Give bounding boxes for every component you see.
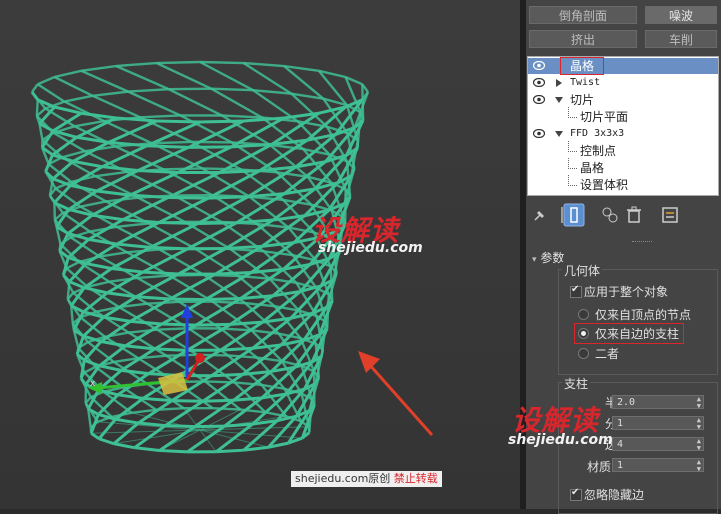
credit-site: shejiedu.com xyxy=(295,472,368,485)
stack-subitem-lattice[interactable]: 晶格 xyxy=(528,160,718,176)
credit-warning: 禁止转载 xyxy=(394,472,438,485)
extrude-button[interactable]: 挤出 xyxy=(529,30,637,48)
pin-stack-icon[interactable] xyxy=(530,205,550,225)
noise-button[interactable]: 噪波 xyxy=(645,6,717,24)
transform-gizmo[interactable]: x xyxy=(80,300,220,410)
apply-entire-checkbox[interactable] xyxy=(570,286,582,298)
stack-item-label: 控制点 xyxy=(580,143,616,159)
expand-right-icon[interactable] xyxy=(555,79,563,87)
highlight-box xyxy=(560,57,604,75)
trash-icon[interactable] xyxy=(624,205,644,225)
stack-item-label: 设置体积 xyxy=(580,177,628,193)
spinner-arrows-icon[interactable]: ▲▼ xyxy=(697,438,701,452)
make-unique-icon[interactable] xyxy=(600,205,620,225)
configure-sets-icon[interactable] xyxy=(660,205,680,225)
eye-icon[interactable] xyxy=(533,61,545,70)
tree-line xyxy=(568,158,577,169)
stack-item-label: Twist xyxy=(570,75,600,91)
annotation-arrow-icon xyxy=(350,345,450,445)
params-title: 参数 xyxy=(540,251,564,265)
stack-item-lattice[interactable]: 晶格 xyxy=(528,58,718,74)
credit-orig: 原创 xyxy=(368,472,390,485)
tree-line xyxy=(568,141,577,152)
geometry-title: 几何体 xyxy=(562,262,602,279)
segments-spinner[interactable]: 1 ▲▼ xyxy=(612,416,704,430)
from-vertices-radio[interactable] xyxy=(578,309,589,320)
rollout-grip[interactable] xyxy=(632,241,652,242)
params-rollout-header[interactable]: ▾ 参数 xyxy=(532,249,564,266)
tree-line xyxy=(568,175,577,186)
spinner-arrows-icon[interactable]: ▲▼ xyxy=(697,396,701,410)
credit-banner: shejiedu.com原创 禁止转载 xyxy=(291,471,442,487)
apply-entire-label: 应用于整个对象 xyxy=(584,283,668,300)
watermark-url-2: shejiedu.com xyxy=(508,432,613,448)
material-id-value: 1 xyxy=(617,460,623,471)
stack-item-ffd[interactable]: FFD 3x3x3 xyxy=(528,126,718,142)
stack-subitem-control-points[interactable]: 控制点 xyxy=(528,143,718,159)
struts-title: 支柱 xyxy=(562,375,590,392)
sides-value: 4 xyxy=(617,439,623,450)
stack-item-label: 晶格 xyxy=(580,160,604,176)
from-vertices-label: 仅来自顶点的节点 xyxy=(595,306,691,323)
eye-icon[interactable] xyxy=(533,129,545,138)
viewport[interactable]: x 设解读 shejiedu.com shejiedu.com原创 禁止转载 xyxy=(0,0,520,509)
radius-spinner[interactable]: 2.0 ▲▼ xyxy=(612,395,704,409)
both-radio[interactable] xyxy=(578,348,589,359)
sides-spinner[interactable]: 4 ▲▼ xyxy=(612,437,704,451)
show-end-result-icon[interactable] xyxy=(563,203,585,227)
stack-item-label: 切片 xyxy=(570,92,594,108)
tree-line xyxy=(568,107,577,118)
stack-subitem-slice-plane[interactable]: 切片平面 xyxy=(528,109,718,125)
bevel-profile-button[interactable]: 倒角剖面 xyxy=(529,6,637,24)
svg-text:x: x xyxy=(90,379,96,389)
stack-item-label: 切片平面 xyxy=(580,109,628,125)
spinner-arrows-icon[interactable]: ▲▼ xyxy=(697,417,701,431)
stack-item-slice[interactable]: 切片 xyxy=(528,92,718,108)
lathe-button[interactable]: 车削 xyxy=(645,30,717,48)
ignore-hidden-label: 忽略隐藏边 xyxy=(584,486,644,503)
both-label: 二者 xyxy=(595,345,619,362)
material-id-spinner[interactable]: 1 ▲▼ xyxy=(612,458,704,472)
watermark-url: shejiedu.com xyxy=(318,240,423,256)
stack-item-label: FFD 3x3x3 xyxy=(570,126,624,142)
expand-down-icon[interactable] xyxy=(555,96,563,104)
stack-item-twist[interactable]: Twist xyxy=(528,75,718,91)
eye-icon[interactable] xyxy=(533,78,545,87)
expand-down-icon[interactable] xyxy=(555,130,563,138)
segments-value: 1 xyxy=(617,418,623,429)
stack-subitem-set-volume[interactable]: 设置体积 xyxy=(528,177,718,193)
eye-icon[interactable] xyxy=(533,95,545,104)
ignore-hidden-checkbox[interactable] xyxy=(570,489,582,501)
modifier-stack[interactable]: 晶格 Twist 切片 切片平面 FFD 3x3x3 控制点 晶格 设置体积 xyxy=(527,56,719,196)
spinner-arrows-icon[interactable]: ▲▼ xyxy=(697,459,701,473)
highlight-box xyxy=(574,323,684,344)
radius-value: 2.0 xyxy=(617,397,635,408)
